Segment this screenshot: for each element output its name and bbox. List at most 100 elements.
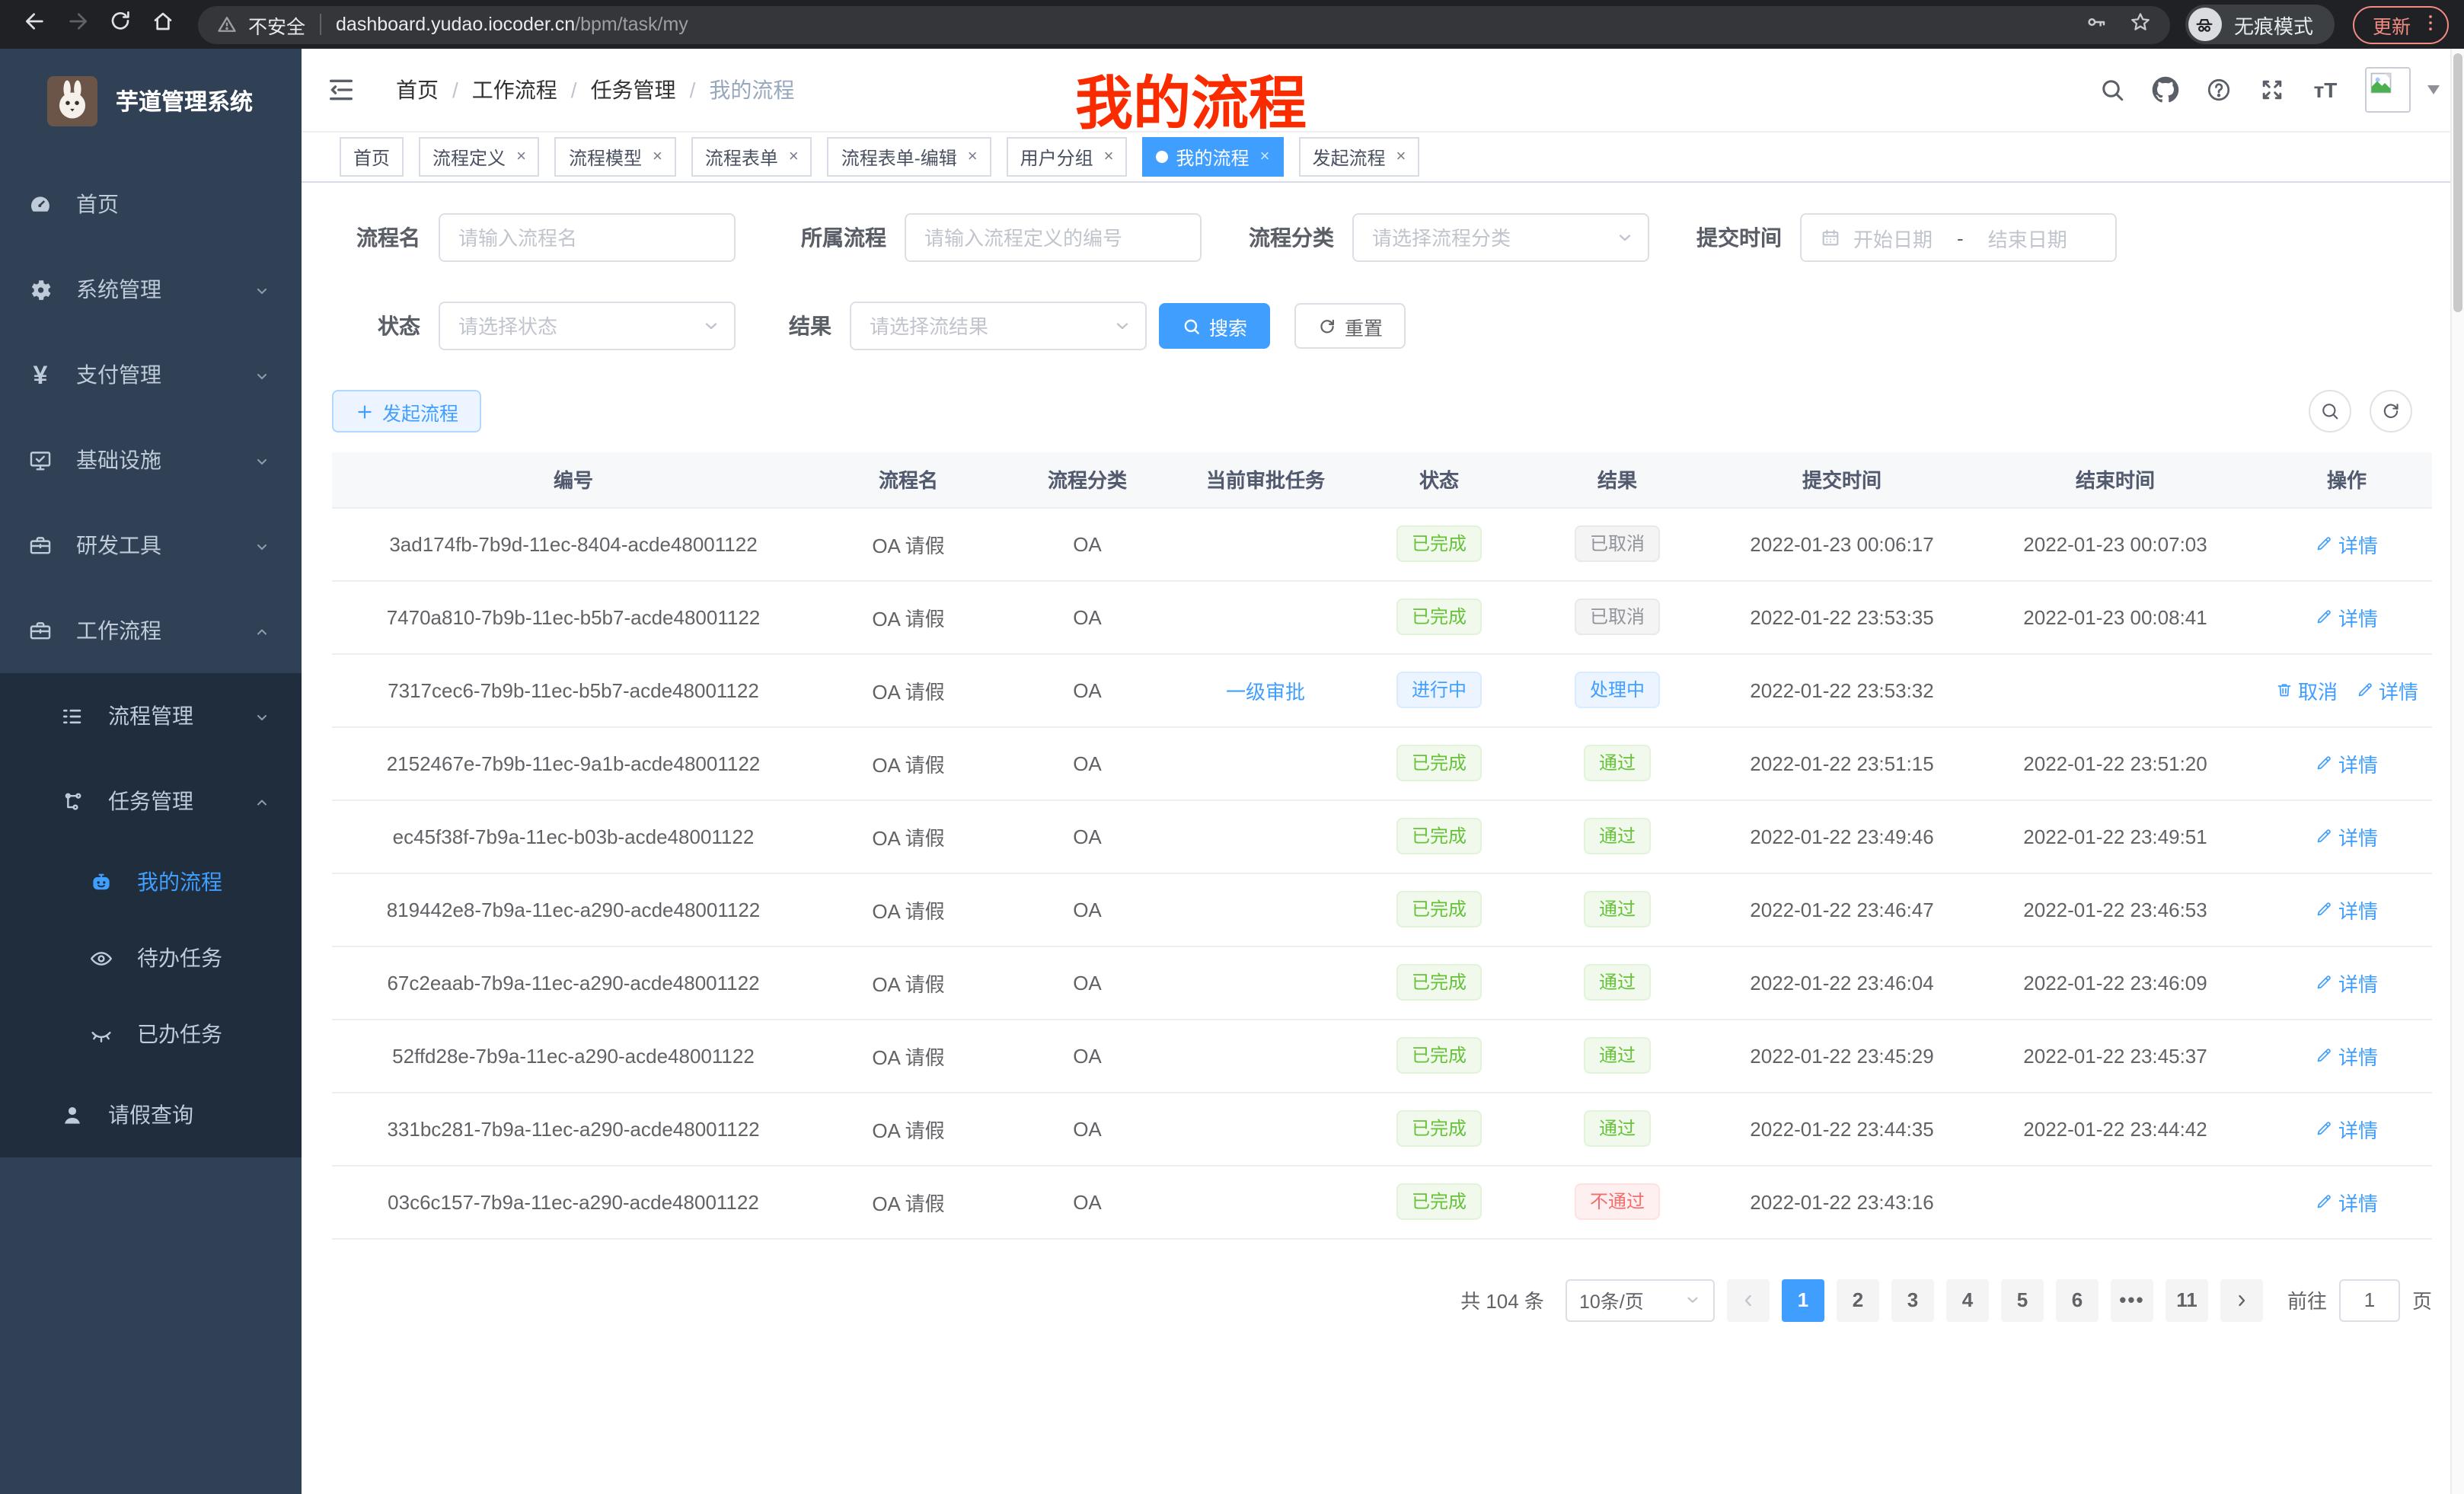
detail-action-link[interactable]: 详情: [2316, 529, 2378, 558]
browser-home-button[interactable]: [143, 5, 183, 44]
refresh-table-button[interactable]: [2370, 390, 2412, 433]
cell-current-task: [1173, 1092, 1358, 1165]
bookmark-star-icon[interactable]: [2129, 11, 2152, 38]
page-button-4[interactable]: 4: [1946, 1279, 1989, 1321]
address-bar[interactable]: 不安全 dashboard.yudao.iocoder.cn /bpm/task…: [198, 5, 2170, 43]
page-button-11[interactable]: 11: [2166, 1279, 2208, 1321]
breadcrumb-item[interactable]: 首页: [396, 75, 439, 105]
cell-status: 已完成: [1358, 1019, 1520, 1092]
table-row: 7317cec6-7b9b-11ec-b5b7-acde48001122OA 请…: [332, 653, 2432, 726]
close-icon[interactable]: ×: [789, 148, 799, 166]
github-icon[interactable]: [2152, 76, 2179, 104]
sidebar-item-workflow[interactable]: 工作流程: [0, 588, 302, 673]
close-icon[interactable]: ×: [653, 148, 662, 166]
process-definition-input[interactable]: [924, 226, 1182, 249]
detail-action-link[interactable]: 详情: [2316, 895, 2378, 924]
breadcrumb-item[interactable]: 任务管理: [591, 75, 676, 105]
key-icon[interactable]: [2085, 11, 2108, 38]
detail-action-link[interactable]: 详情: [2316, 1187, 2378, 1216]
sidebar-item-home[interactable]: 首页: [0, 161, 302, 247]
browser-forward-button[interactable]: [58, 5, 97, 44]
toggle-search-button[interactable]: [2309, 390, 2351, 433]
browser-back-button[interactable]: [15, 5, 55, 44]
sidebar-item-leave-query[interactable]: 请假查询: [0, 1072, 302, 1157]
sidebar-item-process-mgmt[interactable]: 流程管理: [0, 673, 302, 758]
sidebar-collapse-button[interactable]: [326, 75, 356, 105]
detail-action-link[interactable]: 详情: [2316, 1114, 2378, 1143]
browser-menu-dots-icon[interactable]: [2420, 11, 2441, 37]
detail-action-link[interactable]: 详情: [2316, 1041, 2378, 1070]
sidebar-item-task-mgmt[interactable]: 任务管理: [0, 758, 302, 844]
sidebar-item-label: 工作流程: [76, 615, 161, 646]
app-title: 芋道管理系统: [116, 85, 253, 117]
breadcrumb-item[interactable]: 工作流程: [472, 75, 557, 105]
status-select-input[interactable]: [458, 314, 716, 337]
reset-button[interactable]: 重置: [1294, 303, 1406, 349]
search-icon[interactable]: [2099, 76, 2126, 104]
detail-action-link[interactable]: 详情: [2316, 749, 2378, 777]
sidebar-item-payment[interactable]: ¥支付管理: [0, 332, 302, 417]
avatar-caret-icon[interactable]: [2427, 85, 2440, 94]
page-button-5[interactable]: 5: [2001, 1279, 2044, 1321]
close-icon[interactable]: ×: [968, 148, 978, 166]
browser-update-button[interactable]: 更新: [2353, 5, 2449, 43]
tab-process-form-edit[interactable]: 流程表单-编辑×: [828, 137, 991, 177]
next-page-button[interactable]: [2220, 1279, 2263, 1321]
cell-category: OA: [1002, 1165, 1173, 1238]
tab-process-form[interactable]: 流程表单×: [691, 137, 812, 177]
close-icon[interactable]: ×: [1104, 148, 1114, 166]
tab-start-process[interactable]: 发起流程×: [1298, 137, 1419, 177]
page-button-3[interactable]: 3: [1891, 1279, 1934, 1321]
process-category-select[interactable]: [1352, 213, 1649, 262]
security-label[interactable]: 不安全: [248, 10, 305, 39]
more-pages-button[interactable]: •••: [2111, 1279, 2153, 1321]
avatar[interactable]: [2365, 67, 2411, 113]
prev-page-button[interactable]: [1727, 1279, 1770, 1321]
browser-reload-button[interactable]: [101, 5, 140, 44]
close-icon[interactable]: ×: [516, 148, 526, 166]
cancel-action-link[interactable]: 取消: [2275, 675, 2338, 704]
tab-user-group[interactable]: 用户分组×: [1007, 137, 1128, 177]
process-name-input[interactable]: [458, 226, 716, 249]
cell-submit-time: 2022-01-22 23:46:04: [1715, 946, 1969, 1019]
close-icon[interactable]: ×: [1396, 148, 1406, 166]
page-scrollbar[interactable]: [2450, 49, 2464, 1494]
detail-action-link[interactable]: 详情: [2316, 822, 2378, 851]
result-select-input[interactable]: [870, 314, 1127, 337]
result-select[interactable]: [850, 302, 1147, 350]
detail-action-link[interactable]: 详情: [2316, 602, 2378, 631]
status-select[interactable]: [439, 302, 736, 350]
chevron-down-icon: [253, 366, 271, 384]
page-button-2[interactable]: 2: [1837, 1279, 1879, 1321]
cell-id: ec45f38f-7b9a-11ec-b03b-acde48001122: [332, 800, 815, 873]
start-process-button[interactable]: 发起流程: [332, 390, 481, 433]
tab-home[interactable]: 首页: [340, 137, 404, 177]
tab-process-definition[interactable]: 流程定义×: [419, 137, 540, 177]
process-category-select-input[interactable]: [1372, 226, 1629, 249]
cell-result: 不通过: [1520, 1165, 1715, 1238]
sidebar-item-system[interactable]: 系统管理: [0, 247, 302, 332]
sidebar-item-label: 请假查询: [108, 1100, 193, 1130]
sidebar-item-my-process[interactable]: 我的流程: [0, 844, 302, 920]
page-size-select[interactable]: 10条/页: [1566, 1279, 1715, 1321]
close-icon[interactable]: ×: [1260, 148, 1270, 166]
sidebar-item-label: 我的流程: [137, 867, 222, 897]
page-button-1[interactable]: 1: [1782, 1279, 1824, 1321]
sidebar-item-infra[interactable]: 基础设施: [0, 417, 302, 503]
page-button-6[interactable]: 6: [2056, 1279, 2099, 1321]
fullscreen-icon[interactable]: [2258, 76, 2286, 104]
help-icon[interactable]: [2205, 76, 2233, 104]
search-button[interactable]: 搜索: [1159, 303, 1270, 349]
detail-action-link[interactable]: 详情: [2356, 675, 2418, 704]
detail-action-link[interactable]: 详情: [2316, 968, 2378, 997]
tab-process-model[interactable]: 流程模型×: [555, 137, 676, 177]
sidebar-item-done-tasks[interactable]: 已办任务: [0, 996, 302, 1072]
goto-page-input[interactable]: [2339, 1279, 2400, 1321]
sidebar-item-todo-tasks[interactable]: 待办任务: [0, 920, 302, 996]
tab-my-process[interactable]: 我的流程×: [1143, 137, 1284, 177]
sidebar-item-devtools[interactable]: 研发工具: [0, 503, 302, 588]
submit-time-range-picker[interactable]: 开始日期 - 结束日期: [1800, 213, 2117, 262]
current-task-link[interactable]: 一级审批: [1226, 680, 1305, 703]
font-size-icon[interactable]: тT: [2312, 76, 2339, 104]
scrollbar-thumb[interactable]: [2453, 53, 2462, 312]
